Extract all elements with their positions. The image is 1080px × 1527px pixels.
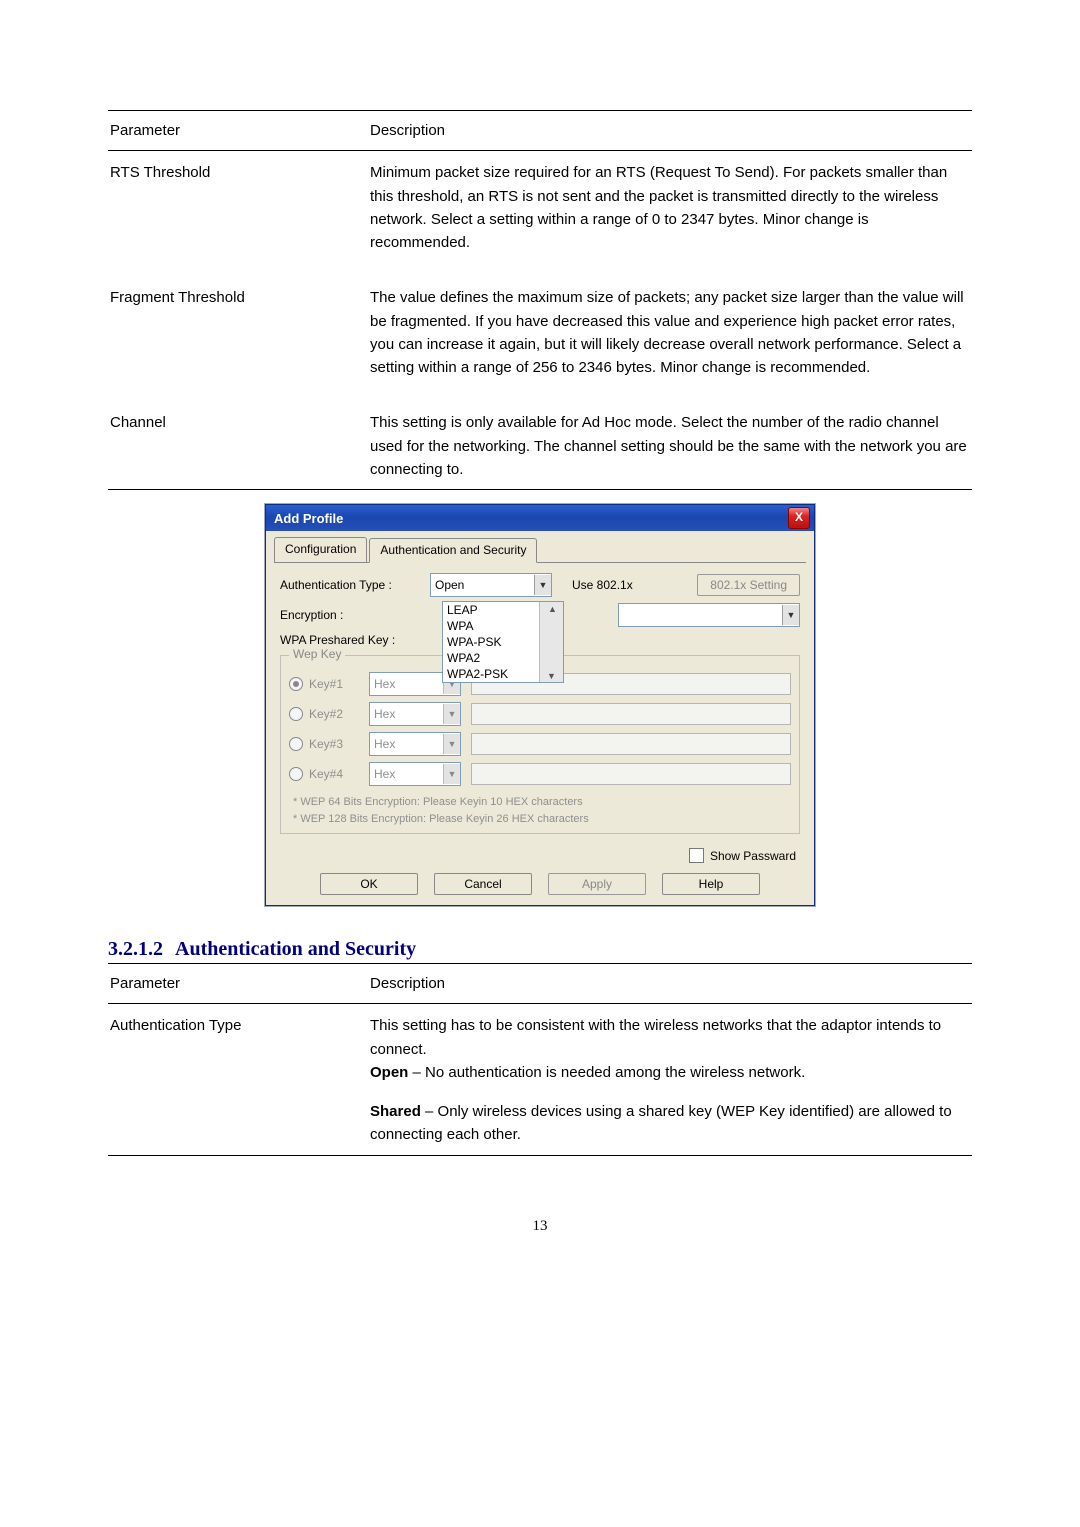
wep-key-row: Key#4 Hex ▼ — [289, 762, 791, 786]
table-row: RTS Threshold Minimum packet size requir… — [108, 157, 972, 258]
header-parameter: Parameter — [108, 968, 368, 999]
param-name: Authentication Type — [108, 1010, 368, 1150]
wep-key3-format[interactable]: Hex ▼ — [369, 732, 461, 756]
chevron-down-icon[interactable]: ▼ — [534, 575, 551, 595]
chevron-down-icon[interactable]: ▼ — [443, 704, 460, 724]
auth-type-dropdown-list[interactable]: LEAP WPA WPA-PSK WPA2 WPA2-PSK ▲ ▼ — [442, 601, 564, 683]
cancel-button[interactable]: Cancel — [434, 873, 532, 895]
wep-key4-radio[interactable] — [289, 767, 303, 781]
header-parameter: Parameter — [108, 115, 368, 146]
encryption-combo[interactable]: ▼ — [618, 603, 800, 627]
scrollbar[interactable]: ▲ ▼ — [539, 602, 563, 682]
param-name: Channel — [108, 407, 368, 485]
wep-key3-input[interactable] — [471, 733, 791, 755]
page-number: 13 — [108, 1162, 972, 1235]
wep-hint-64: * WEP 64 Bits Encryption: Please Keyin 1… — [293, 794, 787, 811]
scroll-up-icon[interactable]: ▲ — [544, 603, 559, 615]
wep-key-legend: Wep Key — [289, 647, 345, 661]
header-description: Description — [368, 968, 972, 999]
chevron-down-icon[interactable]: ▼ — [443, 734, 460, 754]
header-description: Description — [368, 115, 972, 146]
param-desc: This setting has to be consistent with t… — [368, 1010, 972, 1150]
wep-key4-input[interactable] — [471, 763, 791, 785]
wpa-preshared-key-label: WPA Preshared Key : — [280, 633, 430, 647]
tab-auth-security[interactable]: Authentication and Security — [369, 538, 537, 563]
scroll-down-icon[interactable]: ▼ — [540, 670, 563, 682]
param-desc: This setting is only available for Ad Ho… — [368, 407, 972, 485]
wep-key-row: Key#2 Hex ▼ — [289, 702, 791, 726]
param-desc: The value defines the maximum size of pa… — [368, 282, 972, 383]
wep-key1-radio[interactable] — [289, 677, 303, 691]
wep-key4-format[interactable]: Hex ▼ — [369, 762, 461, 786]
table-row: Authentication Type This setting has to … — [108, 1010, 972, 1150]
encryption-label: Encryption : — [280, 608, 430, 622]
chevron-down-icon[interactable]: ▼ — [782, 605, 799, 625]
wep-key2-input[interactable] — [471, 703, 791, 725]
8021x-setting-button[interactable]: 802.1x Setting — [697, 574, 800, 596]
advanced-params-table: Parameter Description — [108, 115, 972, 146]
tab-configuration[interactable]: Configuration — [274, 537, 367, 562]
show-password-checkbox[interactable] — [689, 848, 704, 863]
table-row: Channel This setting is only available f… — [108, 407, 972, 485]
close-button[interactable]: X — [788, 507, 810, 529]
help-button[interactable]: Help — [662, 873, 760, 895]
table-row: Fragment Threshold The value defines the… — [108, 282, 972, 383]
auth-type-label: Authentication Type : — [280, 578, 430, 592]
param-name: Fragment Threshold — [108, 282, 368, 383]
param-name: RTS Threshold — [108, 157, 368, 258]
wep-key3-radio[interactable] — [289, 737, 303, 751]
tabs: Configuration Authentication and Securit… — [274, 537, 806, 563]
add-profile-dialog: Add Profile X Configuration Authenticati… — [265, 504, 815, 906]
titlebar[interactable]: Add Profile X — [265, 504, 815, 531]
param-desc: Minimum packet size required for an RTS … — [368, 157, 972, 258]
show-password-label: Show Passward — [710, 849, 796, 863]
chevron-down-icon[interactable]: ▼ — [443, 764, 460, 784]
ok-button[interactable]: OK — [320, 873, 418, 895]
apply-button[interactable]: Apply — [548, 873, 646, 895]
auth-security-table: Parameter Description — [108, 968, 972, 999]
dialog-title: Add Profile — [274, 511, 788, 526]
wep-key2-format[interactable]: Hex ▼ — [369, 702, 461, 726]
wep-key-row: Key#3 Hex ▼ — [289, 732, 791, 756]
wep-key2-radio[interactable] — [289, 707, 303, 721]
section-heading: 3.2.1.2Authentication and Security — [108, 938, 972, 961]
wep-hint-128: * WEP 128 Bits Encryption: Please Keyin … — [293, 811, 787, 828]
use-8021x-checkbox-label[interactable]: Use 802.1x — [572, 578, 633, 592]
auth-type-combo[interactable]: Open ▼ — [430, 573, 552, 597]
